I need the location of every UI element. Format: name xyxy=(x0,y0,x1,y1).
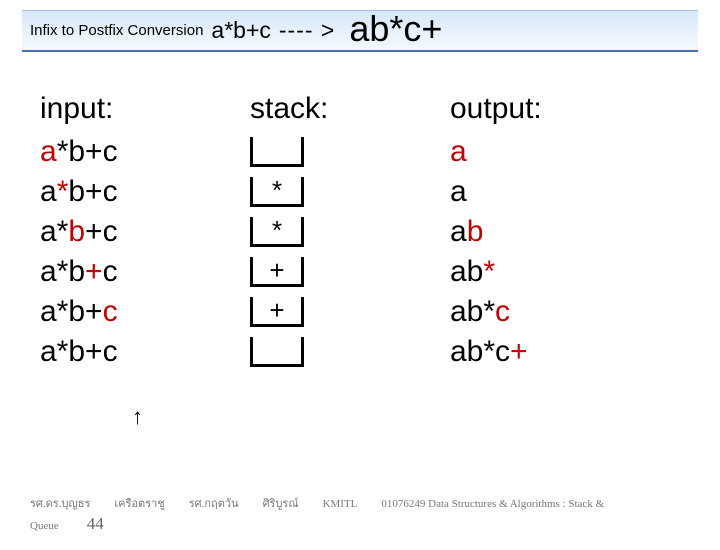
title-result: ab*c+ xyxy=(349,8,442,50)
stack-row: * xyxy=(250,212,304,252)
footer-inst: KMITL xyxy=(323,498,358,510)
title-expression: a*b+c xyxy=(211,17,270,44)
cursor-arrow-icon: ↑ xyxy=(132,404,143,430)
stack-row: + xyxy=(250,252,304,292)
input-row: a*b+c xyxy=(40,292,250,332)
stack-row: + xyxy=(250,292,304,332)
input-row: a*b+c xyxy=(40,332,250,372)
output-row: a xyxy=(450,172,680,212)
input-row: a*b+c xyxy=(40,172,250,212)
title-label: Infix to Postfix Conversion xyxy=(30,22,203,39)
input-row: a*b+c xyxy=(40,132,250,172)
stack-box: * xyxy=(250,217,304,247)
input-column: input: a*b+c a*b+c a*b+c a*b+c a*b+c a*b… xyxy=(40,92,250,372)
stack-row xyxy=(250,332,304,372)
page-number: 44 xyxy=(87,514,104,534)
footer-author: รศ.กฤตวัน xyxy=(189,494,239,512)
footer-author: เครือตราชู xyxy=(114,494,164,512)
output-row: ab*c xyxy=(450,292,680,332)
footer-queue: Queue xyxy=(30,520,59,532)
stack-column: stack: * * + + xyxy=(250,92,450,372)
title-arrow: ---- > xyxy=(279,17,335,44)
stack-row: * xyxy=(250,172,304,212)
footer-author: ศิริบูรณ์ xyxy=(263,494,299,512)
output-row: ab* xyxy=(450,252,680,292)
stack-box: * xyxy=(250,177,304,207)
output-heading: output: xyxy=(450,92,680,126)
footer: รศ.ดร.บุญธร เครือตราชู รศ.กฤตวัน ศิริบูร… xyxy=(0,494,720,534)
input-row: a*b+c xyxy=(40,212,250,252)
stack-box: + xyxy=(250,297,304,327)
content-area: input: a*b+c a*b+c a*b+c a*b+c a*b+c a*b… xyxy=(0,92,720,372)
stack-box xyxy=(250,137,304,167)
stack-row xyxy=(250,132,304,172)
input-row: a*b+c xyxy=(40,252,250,292)
output-row: a xyxy=(450,132,680,172)
output-column: output: a a ab ab* ab*c ab*c+ xyxy=(450,92,680,372)
output-row: ab xyxy=(450,212,680,252)
stack-heading: stack: xyxy=(250,92,328,126)
footer-author: รศ.ดร.บุญธร xyxy=(30,494,90,512)
input-heading: input: xyxy=(40,92,250,126)
stack-box xyxy=(250,337,304,367)
title-bar: Infix to Postfix Conversion a*b+c ---- >… xyxy=(22,10,698,52)
output-row: ab*c+ xyxy=(450,332,680,372)
footer-course: 01076249 Data Structures & Algorithms : … xyxy=(381,498,604,510)
stack-box: + xyxy=(250,257,304,287)
